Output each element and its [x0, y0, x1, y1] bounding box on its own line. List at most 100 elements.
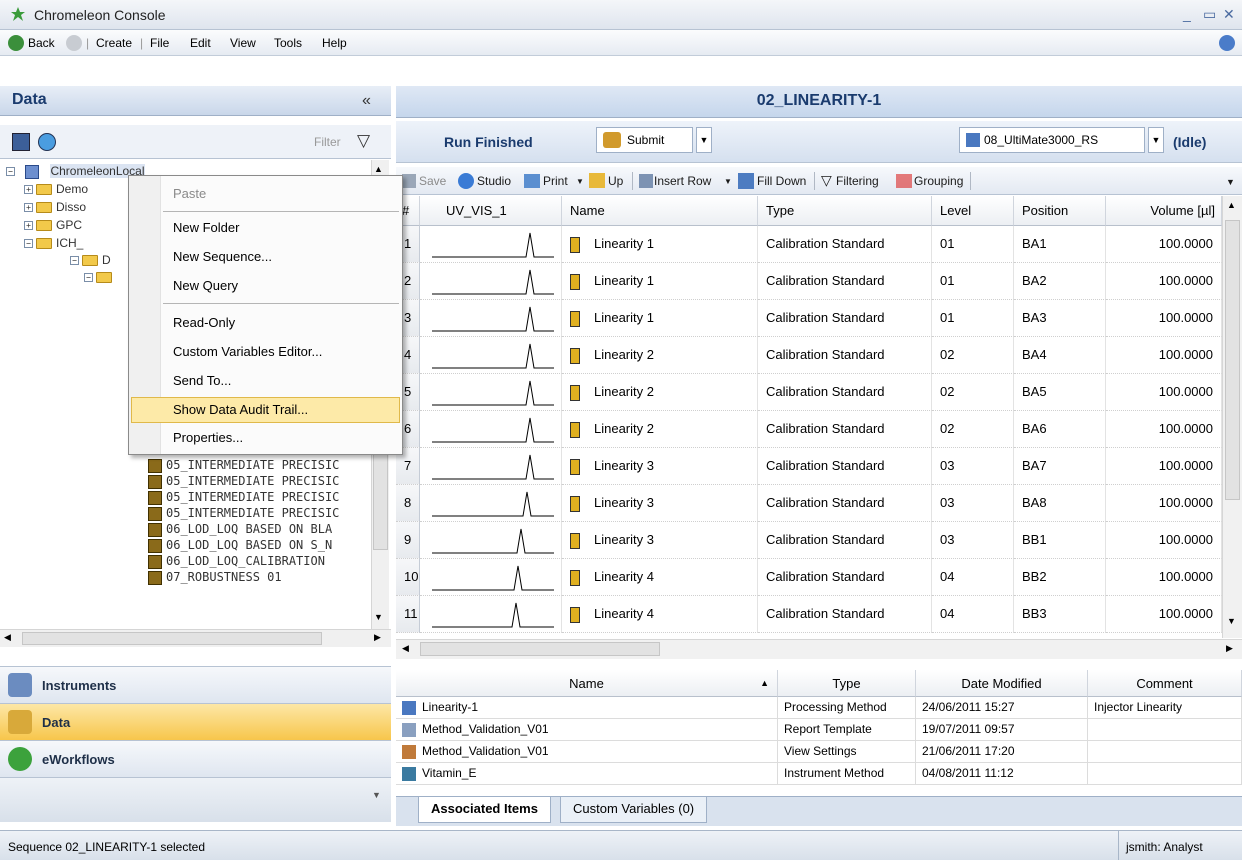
insert-row-dropdown-icon[interactable]: ▼	[724, 177, 732, 186]
cell-position[interactable]: BB3	[1014, 596, 1106, 633]
cell-level[interactable]: 02	[932, 374, 1014, 411]
cell-type[interactable]: Calibration Standard	[758, 300, 932, 337]
assoc-cell-name[interactable]: Method_Validation_V01	[396, 741, 778, 763]
close-icon[interactable]: ✕	[1223, 6, 1235, 23]
filter-funnel-icon[interactable]: ▽	[357, 131, 370, 151]
tree-item[interactable]: + GPC	[24, 218, 82, 233]
context-read-only[interactable]: Read-Only	[173, 315, 235, 330]
chromatogram-thumbnail[interactable]	[420, 411, 562, 448]
cell-volume[interactable]: 100.0000	[1106, 411, 1222, 448]
assoc-header-comment[interactable]: Comment	[1088, 670, 1242, 697]
cell-type[interactable]: Calibration Standard	[758, 485, 932, 522]
cell-position[interactable]: BA6	[1014, 411, 1106, 448]
tree-sequence[interactable]: 07_ROBUSTNESS 01	[148, 570, 282, 585]
menu-create[interactable]: Create	[96, 36, 132, 50]
cell-level[interactable]: 04	[932, 596, 1014, 633]
cell-level[interactable]: 02	[932, 411, 1014, 448]
cell-position[interactable]: BA7	[1014, 448, 1106, 485]
tree-item[interactable]: + Demo	[24, 182, 88, 197]
maximize-icon[interactable]: ▭	[1203, 6, 1216, 23]
scroll-down-icon[interactable]: ▼	[374, 612, 383, 622]
cell-volume[interactable]: 100.0000	[1106, 448, 1222, 485]
tree-item[interactable]: − D	[70, 253, 111, 268]
insert-row-icon[interactable]	[639, 174, 653, 188]
chromatogram-thumbnail[interactable]	[420, 300, 562, 337]
context-custom-variables-editor[interactable]: Custom Variables Editor...	[173, 344, 322, 359]
scroll-up-icon[interactable]: ▲	[374, 164, 383, 174]
minimize-icon[interactable]: _	[1183, 6, 1191, 22]
assoc-cell-date[interactable]: 19/07/2011 09:57	[916, 719, 1088, 741]
scroll-up-icon[interactable]: ▲	[1227, 200, 1236, 210]
save-button[interactable]: Save	[419, 174, 446, 188]
cell-volume[interactable]: 100.0000	[1106, 226, 1222, 263]
cell-type[interactable]: Calibration Standard	[758, 374, 932, 411]
nav-eworkflows[interactable]: eWorkflows	[0, 740, 391, 777]
toolbar-overflow-icon[interactable]: ▼	[1226, 177, 1235, 187]
cell-position[interactable]: BA3	[1014, 300, 1106, 337]
assoc-cell-date[interactable]: 21/06/2011 17:20	[916, 741, 1088, 763]
cell-type[interactable]: Calibration Standard	[758, 559, 932, 596]
assoc-cell-date[interactable]: 24/06/2011 15:27	[916, 697, 1088, 719]
assoc-cell-type[interactable]: Report Template	[778, 719, 916, 741]
scroll-right-icon[interactable]: ▶	[1226, 643, 1233, 654]
nav-instruments[interactable]: Instruments	[0, 666, 391, 703]
collapse-panel-button[interactable]: «	[362, 92, 371, 110]
chevron-down-icon[interactable]: ▼	[372, 790, 381, 800]
assoc-cell-name[interactable]: Linearity-1	[396, 697, 778, 719]
chromatogram-thumbnail[interactable]	[420, 263, 562, 300]
help-icon[interactable]	[1219, 35, 1235, 51]
cell-position[interactable]: BA2	[1014, 263, 1106, 300]
cell-position[interactable]: BA4	[1014, 337, 1106, 374]
studio-button[interactable]: Studio	[477, 174, 511, 188]
cell-name[interactable]: Linearity 3	[562, 485, 758, 522]
context-show-data-audit-trail[interactable]: Show Data Audit Trail...	[173, 402, 308, 417]
tree-horizontal-scrollbar[interactable]: ◀ ▶	[0, 629, 391, 647]
fill-down-icon[interactable]	[738, 173, 754, 189]
assoc-cell-name[interactable]: Method_Validation_V01	[396, 719, 778, 741]
tree-item[interactable]: + Disso	[24, 200, 86, 215]
row-number[interactable]: 11	[396, 596, 420, 633]
cell-volume[interactable]: 100.0000	[1106, 300, 1222, 337]
scroll-down-icon[interactable]: ▼	[1227, 616, 1236, 626]
cell-volume[interactable]: 100.0000	[1106, 485, 1222, 522]
filter-input[interactable]: Filter	[314, 135, 341, 149]
chromatogram-thumbnail[interactable]	[420, 596, 562, 633]
print-dropdown-icon[interactable]: ▼	[576, 177, 584, 186]
instrument-select[interactable]: 08_UltiMate3000_RS	[959, 127, 1145, 153]
menu-edit[interactable]: Edit	[190, 36, 211, 50]
submit-dropdown-icon[interactable]: ▼	[696, 127, 712, 153]
assoc-cell-type[interactable]: View Settings	[778, 741, 916, 763]
cell-position[interactable]: BA1	[1014, 226, 1106, 263]
assoc-cell-date[interactable]: 04/08/2011 11:12	[916, 763, 1088, 785]
forward-arrow-icon[interactable]	[66, 35, 82, 51]
tree-sequence[interactable]: 05_INTERMEDIATE PRECISIC	[148, 490, 339, 505]
chromatogram-thumbnail[interactable]	[420, 448, 562, 485]
column-header-name[interactable]: Name	[562, 196, 758, 226]
cell-type[interactable]: Calibration Standard	[758, 522, 932, 559]
tree-item[interactable]: − ICH_	[24, 236, 83, 251]
up-folder-icon[interactable]	[589, 173, 605, 188]
cell-level[interactable]: 02	[932, 337, 1014, 374]
context-paste[interactable]: Paste	[173, 186, 206, 201]
computer-icon[interactable]	[12, 133, 30, 151]
cell-type[interactable]: Calibration Standard	[758, 337, 932, 374]
cell-position[interactable]: BA5	[1014, 374, 1106, 411]
column-header-level[interactable]: Level	[932, 196, 1014, 226]
chromatogram-thumbnail[interactable]	[420, 522, 562, 559]
context-new-query[interactable]: New Query	[173, 278, 238, 293]
cell-position[interactable]: BA8	[1014, 485, 1106, 522]
tree-sequence[interactable]: 05_INTERMEDIATE PRECISIC	[148, 458, 339, 473]
cell-level[interactable]: 03	[932, 448, 1014, 485]
tree-root[interactable]: − ChromeleonLocal	[6, 164, 145, 179]
cell-type[interactable]: Calibration Standard	[758, 263, 932, 300]
fill-down-button[interactable]: Fill Down	[757, 174, 806, 188]
assoc-cell-comment[interactable]	[1088, 741, 1242, 763]
scroll-left-icon[interactable]: ◀	[4, 632, 11, 643]
cell-level[interactable]: 01	[932, 226, 1014, 263]
cell-name[interactable]: Linearity 1	[562, 263, 758, 300]
tree-sequence[interactable]: 06_LOD_LOQ BASED ON BLA	[148, 522, 332, 537]
grouping-button[interactable]: Grouping	[914, 174, 963, 188]
cell-level[interactable]: 04	[932, 559, 1014, 596]
menu-tools[interactable]: Tools	[274, 36, 302, 50]
tree-item[interactable]: −	[84, 270, 116, 285]
